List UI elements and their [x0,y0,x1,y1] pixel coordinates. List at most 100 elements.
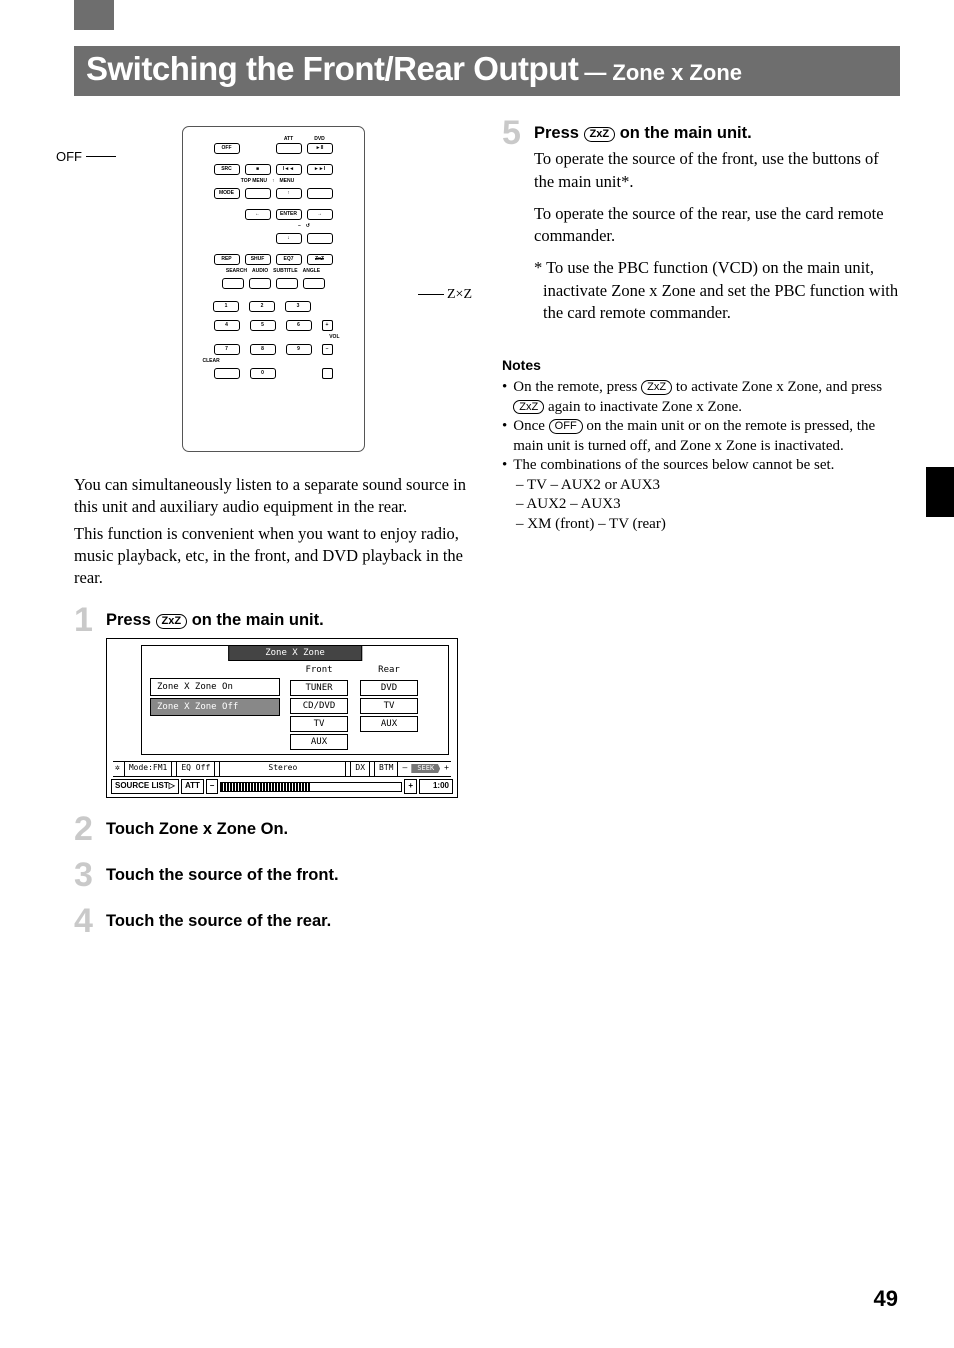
step-4-number: 4 [74,908,96,936]
step-4-title: Touch the source of the rear. [106,910,472,932]
scr-eq: EQ Off [176,762,215,776]
scr-front-tv: TV [290,716,348,732]
remote-clear-label: CLEAR [203,359,220,364]
scr-stereo: Stereo [219,762,346,776]
step-3: 3 Touch the source of the front. [74,862,472,890]
scr-plus: + [444,763,449,774]
note-1: • On the remote, press ZxZ to activate Z… [502,378,900,417]
note-3c: – XM (front) – TV (rear) [516,515,900,535]
remote-att-btn [276,143,302,154]
remote-num-4: 4 [214,320,240,331]
remote-prev-btn: I◄◄ [276,164,302,175]
zxz-keycap-note1b: ZxZ [513,400,544,415]
remote-dvd-label: DVD [314,137,325,142]
remote-num-6: 6 [286,320,312,331]
remote-up-btn: ↑ [276,188,302,199]
step-1-title: Press ZxZ on the main unit. [106,609,472,631]
scr-zone-off: Zone X Zone Off [150,698,280,716]
remote-att-label: ATT [284,137,293,142]
gear-icon: ✲ [115,763,120,774]
remote-stop-btn: ■ [245,164,271,175]
remote-return-label: ↺ [306,224,310,229]
remote-num-2: 2 [249,301,275,312]
remote-num-7: 7 [214,344,240,355]
step-2-title: Touch Zone x Zone On. [106,818,472,840]
scr-mode: Mode:FM1 [124,762,173,776]
step-5-title: Press ZxZ on the main unit. [534,122,900,144]
zxz-keycap: ZxZ [156,614,188,629]
intro-text: You can simultaneously listen to a separ… [74,474,472,589]
step-5: 5 Press ZxZ on the main unit. To operate… [502,120,900,334]
remote-menu-btn [307,188,333,199]
remote-num-0: 0 [250,368,276,379]
scr-front-cddvd: CD/DVD [290,698,348,714]
remote-topmenu-btn [245,188,271,199]
remote-search-btn [222,278,244,289]
step-3-number: 3 [74,862,96,890]
remote-extra-btn [322,368,333,379]
remote-audio-label: AUDIO [252,269,268,274]
page-number: 49 [874,1286,898,1312]
header-sub: — Zone x Zone [584,60,742,86]
remote-eq7-btn: EQ7 [276,254,302,265]
note-3b: – AUX2 – AUX3 [516,495,900,515]
remote-up-label: ↑ [272,179,275,184]
scr-rear-aux: AUX [360,716,418,732]
content-columns: OFF Z×Z OFF ATT DVD►II SRC ■ I◄◄ [74,120,900,954]
remote-left-btn: ← [245,209,271,220]
scr-sourcelist: SOURCE LIST▷ [111,779,179,794]
remote-angle-label: ANGLE [303,269,321,274]
step-1: 1 Press ZxZ on the main unit. Zone X Zon… [74,607,472,797]
step-2: 2 Touch Zone x Zone On. [74,816,472,844]
step-5-asterisk: * To use the PBC function (VCD) on the m… [534,257,900,324]
remote-search-label: SEARCH [226,269,247,274]
remote-num-3: 3 [285,301,311,312]
unit-screenshot: Zone X Zone Zone X Zone On Zone X Zone O… [106,638,458,798]
callout-off-label: OFF [56,148,82,166]
step-2-number: 2 [74,816,96,844]
step-5-p2: To operate the source of the rear, use t… [534,203,900,248]
scr-btm: BTM [374,762,398,776]
scr-bplus: + [404,779,417,794]
zxz-keycap-5: ZxZ [584,127,616,142]
notes-heading: Notes [502,356,900,375]
step-5-number: 5 [502,120,524,148]
remote-num-9: 9 [286,344,312,355]
right-column: 5 Press ZxZ on the main unit. To operate… [502,120,900,954]
scr-status-bar: ✲ Mode:FM1 EQ Off Stereo DX BTM – SEEK + [113,761,451,777]
scr-time: 1:00 [419,779,453,794]
remote-subtitle-label: SUBTITLE [273,269,297,274]
remote-diagram: OFF Z×Z OFF ATT DVD►II SRC ■ I◄◄ [74,126,472,452]
remote-outline: OFF ATT DVD►II SRC ■ I◄◄ ►►I TOP MENU [182,126,365,452]
step-1-number: 1 [74,607,96,635]
remote-num-8: 8 [250,344,276,355]
header-main: Switching the Front/Rear Output [86,50,578,88]
scr-dx: DX [350,762,370,776]
callout-zxz-line [418,294,444,295]
note-3a: – TV – AUX2 or AUX3 [516,476,900,496]
scr-front-tuner: TUNER [290,680,348,696]
scr-rear-h: Rear [378,664,400,676]
scr-front-h: Front [305,664,332,676]
remote-zxz-btn: ZxZ [307,254,333,265]
callout-off-line [86,156,116,157]
off-keycap-note2: OFF [549,419,583,434]
remote-vol-plus: + [322,320,333,331]
remote-subtitle-btn [276,278,298,289]
remote-enter-btn: ENTER [276,209,302,220]
scr-rear-dvd: DVD [360,680,418,696]
zxz-keycap-note1a: ZxZ [641,380,672,395]
remote-rep-btn: REP [214,254,240,265]
note-2: • Once OFF on the main unit or on the re… [502,417,900,456]
step-4: 4 Touch the source of the rear. [74,908,472,936]
scr-seek: SEEK [411,764,440,773]
intro-p2: This function is convenient when you wan… [74,523,472,590]
page: Switching the Front/Rear Output — Zone x… [0,0,954,1348]
scr-bminus: – [206,779,218,794]
right-tab [926,467,954,517]
step-5-p1: To operate the source of the front, use … [534,148,900,193]
scr-minus: – [402,763,407,774]
scr-progress [220,782,402,792]
page-title-bar: Switching the Front/Rear Output — Zone x… [74,46,900,96]
remote-vol-label: VOL [329,335,339,340]
